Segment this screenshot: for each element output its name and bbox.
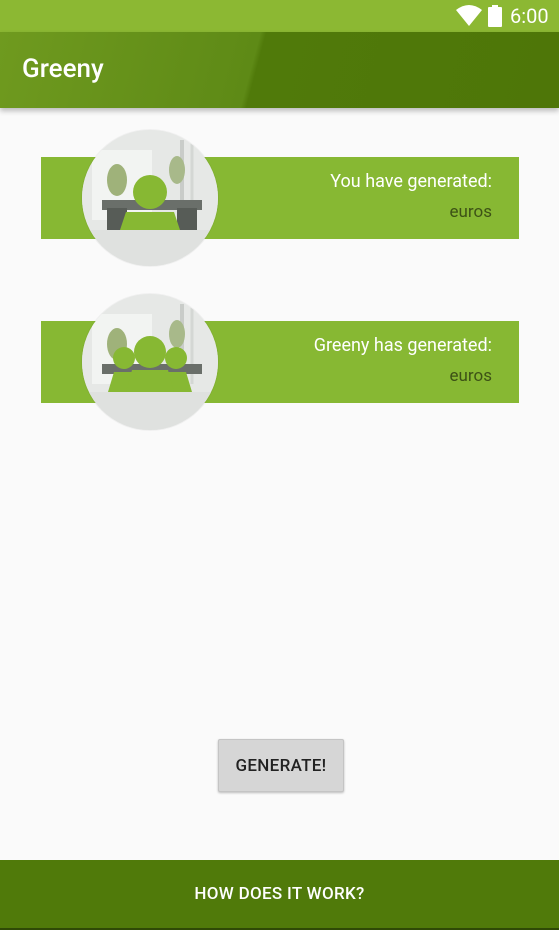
status-bar: 6:00 [0, 0, 559, 32]
greeny-generated-value: euros [449, 366, 492, 386]
user-generated-value: euros [449, 202, 492, 222]
status-time: 6:00 [510, 4, 549, 28]
battery-icon [488, 5, 502, 31]
wifi-icon [456, 5, 482, 31]
app-bar: Greeny [0, 32, 559, 108]
user-generated-label: You have generated: [330, 171, 492, 192]
group-people-office-icon [82, 294, 218, 430]
greeny-generated-label: Greeny has generated: [313, 335, 492, 356]
single-person-office-icon [82, 130, 218, 266]
app-title: Greeny [22, 54, 104, 84]
how-does-it-work-label: HOW DOES IT WORK? [194, 884, 365, 904]
how-does-it-work-button[interactable]: HOW DOES IT WORK? [0, 860, 559, 928]
generate-button[interactable]: GENERATE! [218, 739, 344, 792]
